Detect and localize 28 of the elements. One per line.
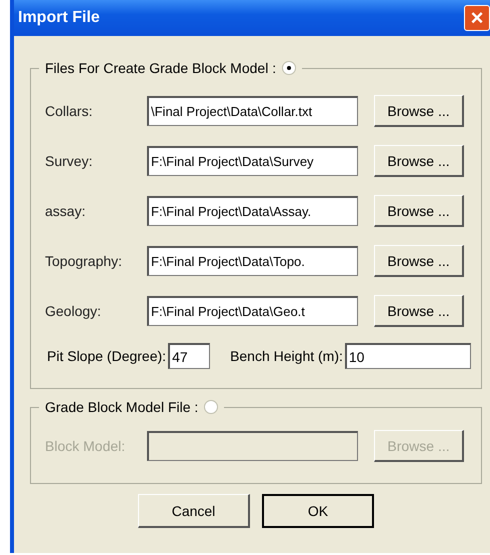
radio-button[interactable]	[282, 61, 296, 75]
path-field[interactable]: \Final Project\Data\Collar.txt	[147, 96, 358, 126]
group-label: Files For Create Grade Block Model :	[45, 60, 276, 76]
browse-button[interactable]: Browse ...	[374, 245, 464, 277]
browse-button[interactable]: Browse ...	[374, 295, 464, 327]
close-button[interactable]: ×	[464, 5, 490, 31]
field-label: Block Model:	[45, 438, 126, 454]
number-field[interactable]: 10	[344, 343, 471, 369]
browse-button[interactable]: Browse ...	[374, 95, 464, 127]
dialog-button[interactable]: OK	[262, 494, 374, 528]
field-label: Topography:	[45, 253, 124, 269]
field-label: Bench Height (m):	[230, 348, 343, 364]
field-label: Survey:	[45, 153, 94, 169]
group-label: Grade Block Model File :	[45, 399, 198, 415]
dialog-button[interactable]: Cancel	[138, 494, 250, 528]
browse-button[interactable]: Browse ...	[374, 195, 464, 227]
field-label: Geology:	[45, 303, 102, 319]
field-label: Collars:	[45, 103, 94, 119]
window-title: Import File	[18, 9, 100, 27]
path-field[interactable]: F:\Final Project\Data\Assay.	[147, 196, 358, 226]
path-field[interactable]: F:\Final Project\Data\Geo.t	[147, 296, 358, 326]
path-field[interactable]: F:\Final Project\Data\Topo.	[147, 246, 358, 276]
radio-button[interactable]	[204, 400, 218, 414]
number-field[interactable]: 47	[168, 343, 210, 369]
browse-button[interactable]: Browse ...	[374, 145, 464, 177]
field-label: assay:	[45, 203, 86, 219]
path-field[interactable]: F:\Final Project\Data\Survey	[147, 146, 358, 176]
field-label: Pit Slope (Degree):	[47, 348, 166, 364]
